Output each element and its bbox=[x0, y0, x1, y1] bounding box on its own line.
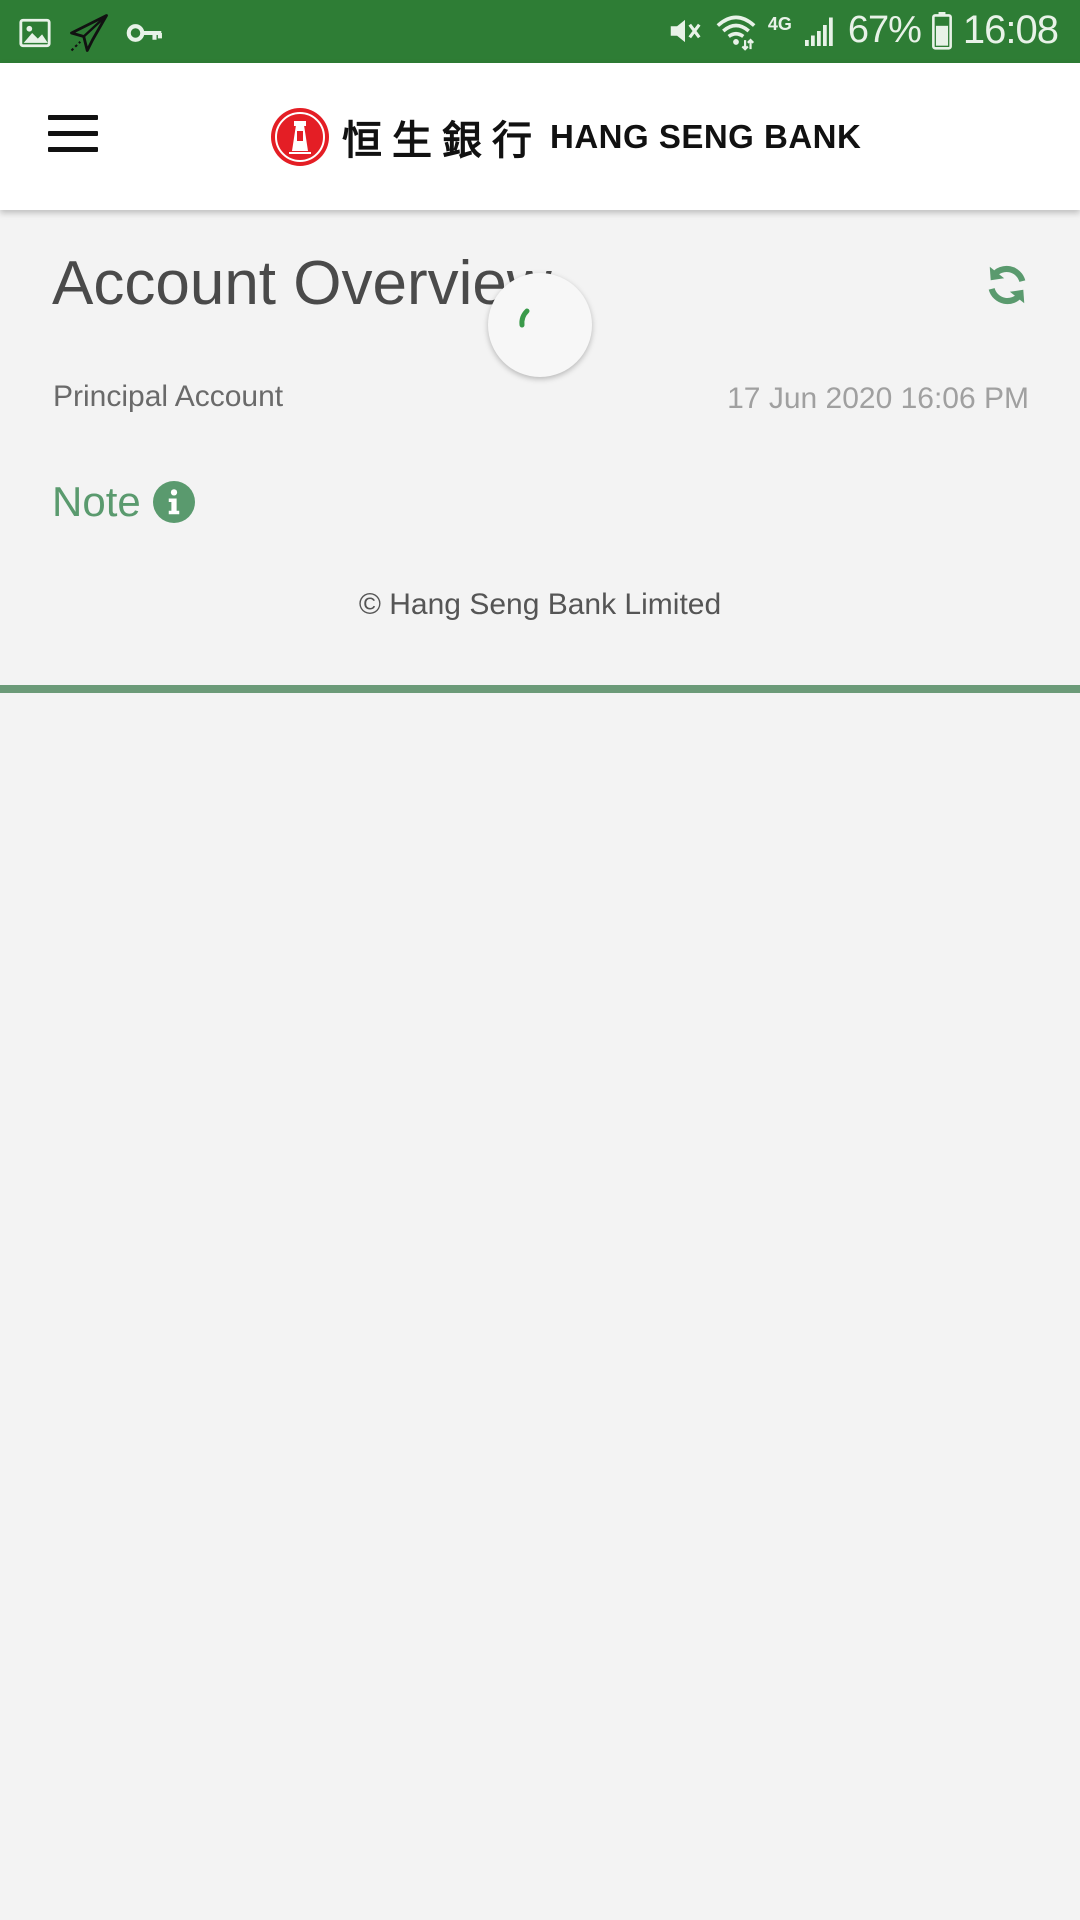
logo-english-text: HANG SENG BANK bbox=[550, 118, 862, 155]
menu-icon[interactable] bbox=[48, 115, 98, 153]
network-type-label: 4G bbox=[767, 14, 792, 34]
status-clock: 16:08 bbox=[962, 8, 1059, 52]
wifi-icon bbox=[716, 15, 756, 51]
page-title: Account Overview bbox=[52, 249, 552, 318]
section-divider bbox=[0, 685, 1080, 693]
key-icon bbox=[126, 24, 162, 42]
battery-icon bbox=[931, 11, 952, 50]
status-left-icons bbox=[18, 12, 164, 54]
loading-spinner bbox=[488, 273, 592, 377]
note-link[interactable]: Note bbox=[52, 478, 195, 526]
status-right-icons: 4G 67% 16:08 bbox=[666, 8, 1059, 53]
account-type-label: Principal Account bbox=[53, 380, 284, 413]
copyright-text: © Hang Seng Bank Limited bbox=[358, 588, 722, 621]
last-updated-timestamp: 17 Jun 2020 16:06 PM bbox=[727, 382, 1029, 415]
signal-icon bbox=[804, 17, 833, 46]
bank-logo: 恒生銀行 HANG SENG BANK bbox=[270, 105, 861, 169]
battery-percent: 67% bbox=[847, 9, 922, 51]
app-header: 恒生銀行 HANG SENG BANK bbox=[0, 63, 1080, 210]
logo-chinese-text: 恒生銀行 bbox=[342, 117, 542, 164]
status-bar: 4G 67% 16:08 bbox=[0, 0, 1080, 63]
paper-plane-icon bbox=[70, 14, 108, 52]
hang-seng-logo-icon bbox=[271, 108, 329, 166]
note-label: Note bbox=[52, 478, 141, 525]
image-icon bbox=[19, 18, 51, 48]
refresh-icon[interactable] bbox=[984, 262, 1030, 308]
info-icon[interactable] bbox=[152, 481, 195, 523]
spinner-arc-icon bbox=[519, 308, 530, 328]
mute-icon bbox=[670, 19, 701, 42]
